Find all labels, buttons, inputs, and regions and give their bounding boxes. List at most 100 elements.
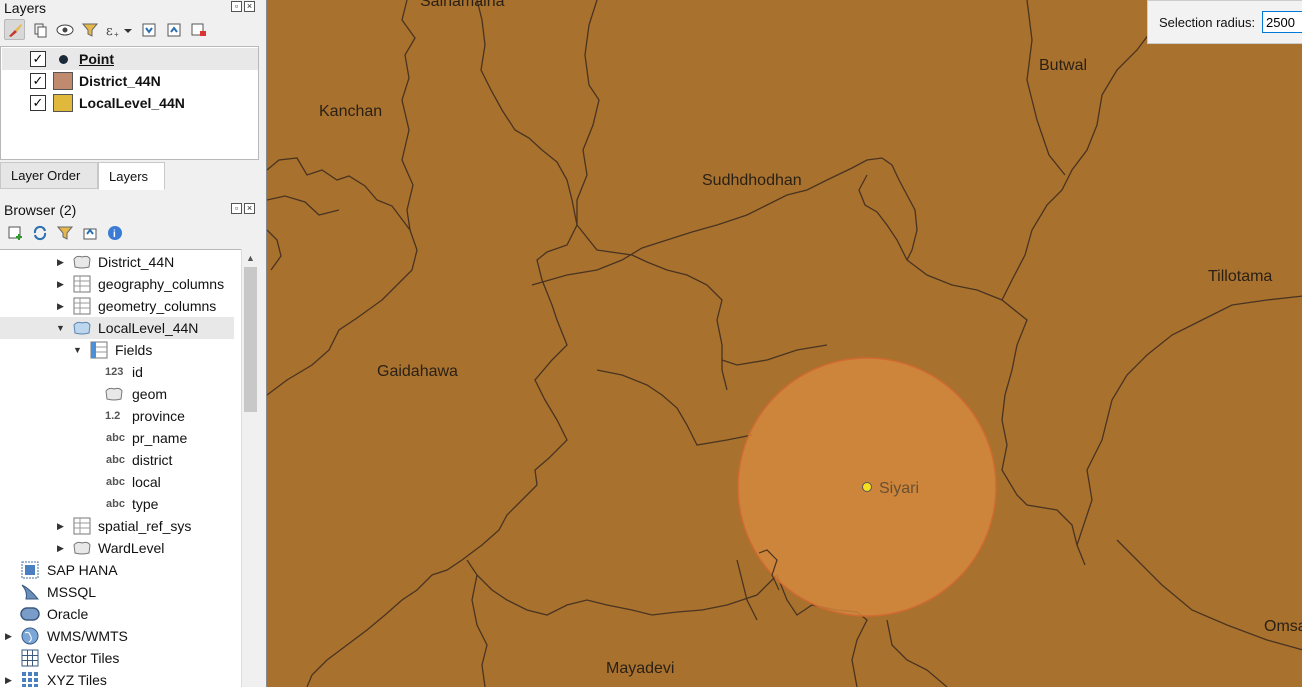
expand-arrow-icon[interactable]: ▶ xyxy=(57,279,67,290)
expand-arrow-icon[interactable]: ▶ xyxy=(5,631,15,642)
add-group-icon[interactable] xyxy=(29,19,50,40)
polygon-symbol-icon xyxy=(53,94,73,112)
browser-toolbar: i xyxy=(4,222,125,243)
field-item[interactable]: abc pr_name xyxy=(0,427,240,449)
selection-radius-input[interactable] xyxy=(1262,11,1302,33)
layer-checkbox[interactable]: ✓ xyxy=(30,95,46,111)
field-item[interactable]: 123 id xyxy=(0,361,240,383)
selection-radius-label: Selection radius: xyxy=(1159,15,1256,30)
provider-label: Vector Tiles xyxy=(47,650,120,666)
tree-item-wardlevel[interactable]: ▶ WardLevel xyxy=(0,537,240,559)
svg-text:ε: ε xyxy=(106,24,113,38)
tree-item-label: WardLevel xyxy=(98,540,165,556)
map-canvas[interactable]: Sainamaina Butwal Kanchan Sudhdhodhan Ti… xyxy=(266,0,1302,687)
provider-label: Oracle xyxy=(47,606,89,622)
layer-row-locallevel[interactable]: ✓ LocalLevel_44N xyxy=(2,92,258,114)
tree-item-locallevel[interactable]: ▼ LocalLevel_44N xyxy=(0,317,234,339)
tree-item-label: Fields xyxy=(115,342,153,358)
field-item[interactable]: abc type xyxy=(0,493,240,515)
layer-checkbox[interactable]: ✓ xyxy=(30,73,46,89)
table-icon xyxy=(72,517,92,535)
field-name: geom xyxy=(132,386,168,402)
tree-item-spatial-ref-sys[interactable]: ▶ spatial_ref_sys xyxy=(0,515,240,537)
visibility-eye-icon[interactable] xyxy=(54,19,75,40)
polygon-layer-icon xyxy=(72,253,92,271)
tree-item-fields[interactable]: ▼ Fields xyxy=(0,339,240,361)
polygon-symbol-icon xyxy=(53,72,73,90)
provider-label: MSSQL xyxy=(47,584,97,600)
expand-arrow-icon[interactable]: ▶ xyxy=(57,543,67,554)
remove-layer-icon[interactable] xyxy=(188,19,209,40)
provider-label: SAP HANA xyxy=(47,562,118,578)
field-item[interactable]: 1.2 province xyxy=(0,405,240,427)
filter-icon[interactable] xyxy=(79,19,100,40)
close-panel-icon[interactable]: × xyxy=(244,203,255,214)
provider-wms-wmts[interactable]: ▶ WMS/WMTS xyxy=(0,625,240,647)
expand-arrow-icon[interactable]: ▶ xyxy=(5,675,15,686)
collapse-arrow-icon[interactable]: ▼ xyxy=(56,323,66,333)
table-icon xyxy=(72,297,92,315)
map-label-butwal: Butwal xyxy=(1039,57,1088,74)
polygon-layer-icon xyxy=(72,319,92,337)
float-panel-icon[interactable]: ▫ xyxy=(231,1,242,12)
provider-xyz-tiles[interactable]: ▶ XYZ Tiles xyxy=(0,669,240,687)
tab-layers[interactable]: Layers xyxy=(98,162,165,190)
map-label-gaidahawa: Gaidahawa xyxy=(377,363,458,380)
close-panel-icon[interactable]: × xyxy=(244,1,255,12)
qgis-window: Layers ▫ × ε + ✓ Point ✓ District_44N ✓ … xyxy=(0,0,1302,687)
fields-icon xyxy=(89,341,109,359)
field-item[interactable]: abc local xyxy=(0,471,240,493)
tree-item-label: geometry_columns xyxy=(98,298,217,314)
browser-panel-controls: ▫ × xyxy=(231,203,255,214)
float-panel-icon[interactable]: ▫ xyxy=(231,203,242,214)
left-dock: Layers ▫ × ε + ✓ Point ✓ District_44N ✓ … xyxy=(0,0,266,687)
scrollbar-thumb[interactable] xyxy=(244,267,257,412)
layer-row-point[interactable]: ✓ Point xyxy=(2,48,258,70)
map-label-kanchan: Kanchan xyxy=(319,103,383,120)
properties-info-icon[interactable]: i xyxy=(104,222,125,243)
layers-toolbar: ε + xyxy=(4,19,209,40)
collapse-arrow-icon[interactable]: ▼ xyxy=(73,345,83,355)
collapse-browser-icon[interactable] xyxy=(79,222,100,243)
expand-arrow-icon[interactable]: ▶ xyxy=(57,257,67,268)
tree-item-geography-columns[interactable]: ▶ geography_columns xyxy=(0,273,240,295)
selected-point-marker[interactable] xyxy=(862,482,872,492)
layers-panel-controls: ▫ × xyxy=(231,1,255,12)
layers-panel-title: Layers xyxy=(4,0,47,16)
scroll-up-icon[interactable]: ▲ xyxy=(246,253,255,263)
tree-item-geometry-columns[interactable]: ▶ geometry_columns xyxy=(0,295,240,317)
provider-mssql[interactable]: MSSQL xyxy=(0,581,240,603)
tree-item-label: geography_columns xyxy=(98,276,225,292)
layer-row-district[interactable]: ✓ District_44N xyxy=(2,70,258,92)
browser-scrollbar[interactable]: ▲ xyxy=(241,249,259,687)
expand-arrow-icon[interactable]: ▶ xyxy=(57,521,67,532)
provider-oracle[interactable]: Oracle xyxy=(0,603,240,625)
layer-checkbox[interactable]: ✓ xyxy=(30,51,46,67)
map-label-siyari: Siyari xyxy=(879,480,920,497)
expand-arrow-icon[interactable]: ▶ xyxy=(57,301,67,312)
expand-all-icon[interactable] xyxy=(138,19,159,40)
table-icon xyxy=(72,275,92,293)
field-item[interactable]: abc district xyxy=(0,449,240,471)
tree-item-district[interactable]: ▶ District_44N xyxy=(0,251,240,273)
collapse-all-icon[interactable] xyxy=(163,19,184,40)
style-brush-icon[interactable] xyxy=(4,19,25,40)
field-name: district xyxy=(132,452,173,468)
expression-filter-icon[interactable]: ε + xyxy=(104,19,134,40)
browser-tree: ▶ District_44N ▶ geography_columns ▶ geo… xyxy=(0,249,259,687)
tab-layer-order[interactable]: Layer Order xyxy=(0,162,98,189)
geometry-type-icon xyxy=(104,385,124,403)
field-item[interactable]: geom xyxy=(0,383,240,405)
map-label-mayadevi: Mayadevi xyxy=(606,660,675,677)
field-name: pr_name xyxy=(132,430,188,446)
map-label-omsa: Omsa xyxy=(1264,618,1302,635)
provider-label: WMS/WMTS xyxy=(47,628,128,644)
provider-sap-hana[interactable]: SAP HANA xyxy=(0,559,240,581)
tree-item-label: LocalLevel_44N xyxy=(98,320,199,336)
provider-vector-tiles[interactable]: Vector Tiles xyxy=(0,647,240,669)
layer-name: District_44N xyxy=(79,73,161,89)
filter-browser-icon[interactable] xyxy=(54,222,75,243)
selection-radius-widget: Selection radius: xyxy=(1147,0,1302,44)
add-selected-layer-icon[interactable] xyxy=(4,222,25,243)
refresh-icon[interactable] xyxy=(29,222,50,243)
